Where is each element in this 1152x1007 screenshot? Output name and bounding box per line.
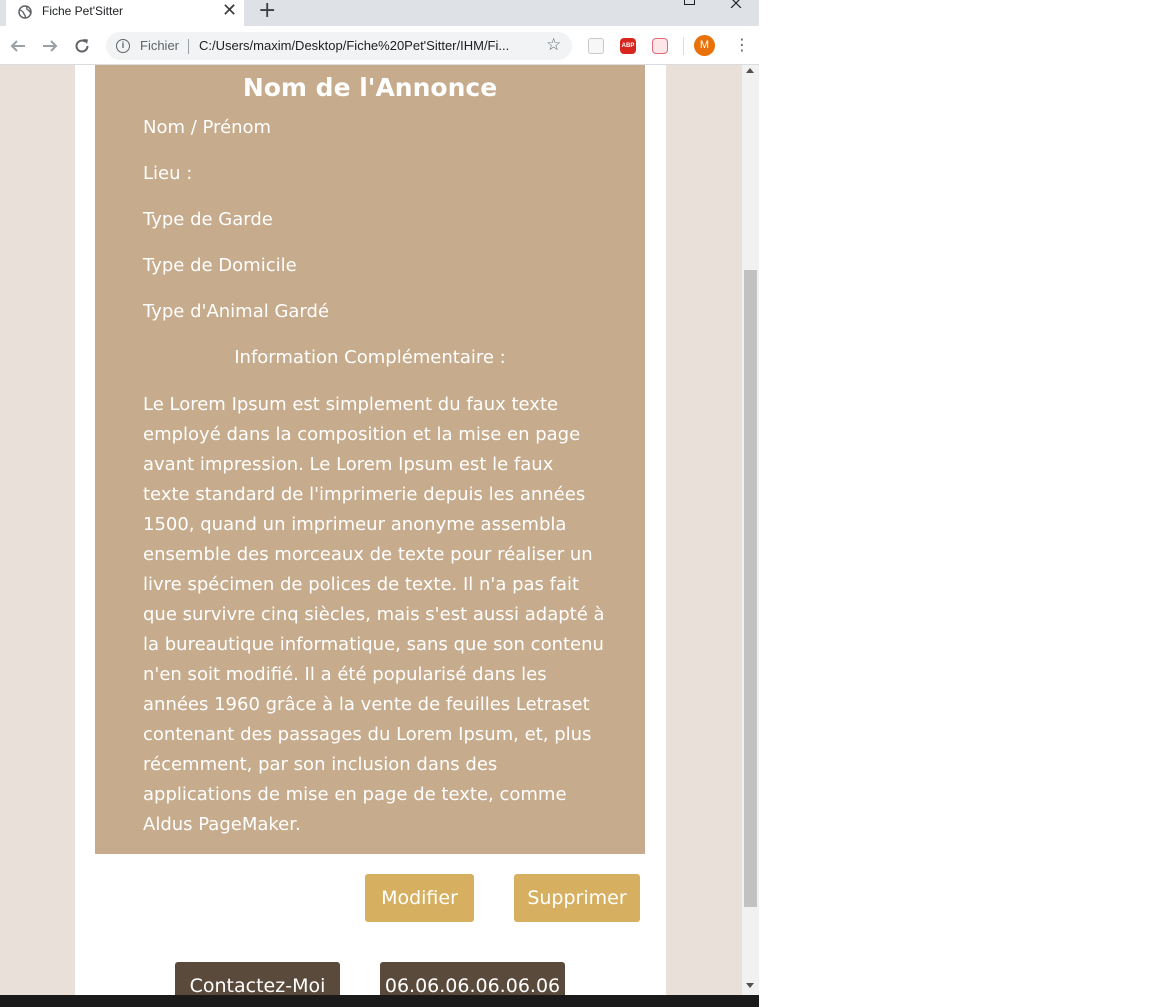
ad-title: Nom de l'Annonce	[242, 73, 498, 102]
star-icon[interactable]: ☆	[546, 35, 561, 55]
info-icon[interactable]: i	[116, 39, 130, 53]
modify-button[interactable]: Modifier	[365, 874, 474, 922]
adblock-icon[interactable]: ABP	[620, 38, 636, 54]
browser-tab[interactable]: Fiche Pet'Sitter ✕	[6, 0, 244, 26]
phone-button[interactable]: 06.06.06.06.06.06	[380, 962, 565, 995]
window-close-icon[interactable]	[730, 0, 742, 8]
ad-card: Nom de l'Annonce Nom / Prénom Lieu : Typ…	[95, 65, 645, 854]
globe-icon	[18, 5, 32, 19]
page-content: Nom de l'Annonce Nom / Prénom Lieu : Typ…	[75, 65, 666, 995]
scroll-down-arrow-icon[interactable]	[746, 983, 754, 988]
forward-arrow-icon[interactable]	[42, 38, 58, 54]
os-taskbar	[0, 995, 759, 1007]
scheme-label: Fichier	[140, 38, 180, 53]
name-field: Nom / Prénom	[143, 117, 272, 138]
tab-strip: Fiche Pet'Sitter ✕ +	[0, 0, 759, 26]
profile-avatar[interactable]: M	[694, 35, 715, 56]
animal-type-field: Type d'Animal Gardé	[143, 301, 330, 322]
vertical-scrollbar[interactable]	[742, 65, 759, 995]
care-type-field: Type de Garde	[143, 209, 273, 230]
scroll-up-arrow-icon[interactable]	[746, 68, 754, 73]
browser-toolbar: i Fichier C:/Users/maxim/Desktop/Fiche%2…	[0, 26, 759, 65]
page-viewport: Nom de l'Annonce Nom / Prénom Lieu : Typ…	[0, 65, 759, 995]
contact-button[interactable]: Contactez-Moi	[175, 962, 340, 995]
tab-title: Fiche Pet'Sitter	[42, 4, 123, 18]
info-text: Le Lorem Ipsum est simplement du faux te…	[143, 394, 605, 835]
tab-close-icon[interactable]: ✕	[222, 1, 237, 21]
browser-window: Fiche Pet'Sitter ✕ + i Fichier C:/Users/…	[0, 0, 759, 995]
pocket-icon[interactable]	[588, 38, 604, 54]
toolbar-divider	[683, 37, 684, 55]
url-text[interactable]: C:/Users/maxim/Desktop/Fiche%20Pet'Sitte…	[199, 38, 509, 53]
info-heading: Information Complémentaire :	[234, 347, 506, 368]
new-tab-icon[interactable]: +	[258, 0, 276, 23]
back-arrow-icon[interactable]	[10, 38, 26, 54]
maximize-icon[interactable]	[684, 0, 695, 5]
omnibox-divider	[188, 39, 189, 54]
scroll-thumb[interactable]	[744, 270, 757, 907]
menu-dots-icon[interactable]: ⋮	[734, 35, 750, 55]
location-field: Lieu :	[143, 163, 193, 184]
address-bar[interactable]: i Fichier C:/Users/maxim/Desktop/Fiche%2…	[106, 32, 572, 60]
delete-button[interactable]: Supprimer	[514, 874, 640, 922]
reload-icon[interactable]	[74, 38, 90, 54]
piggy-icon[interactable]	[652, 38, 668, 54]
home-type-field: Type de Domicile	[143, 255, 297, 276]
